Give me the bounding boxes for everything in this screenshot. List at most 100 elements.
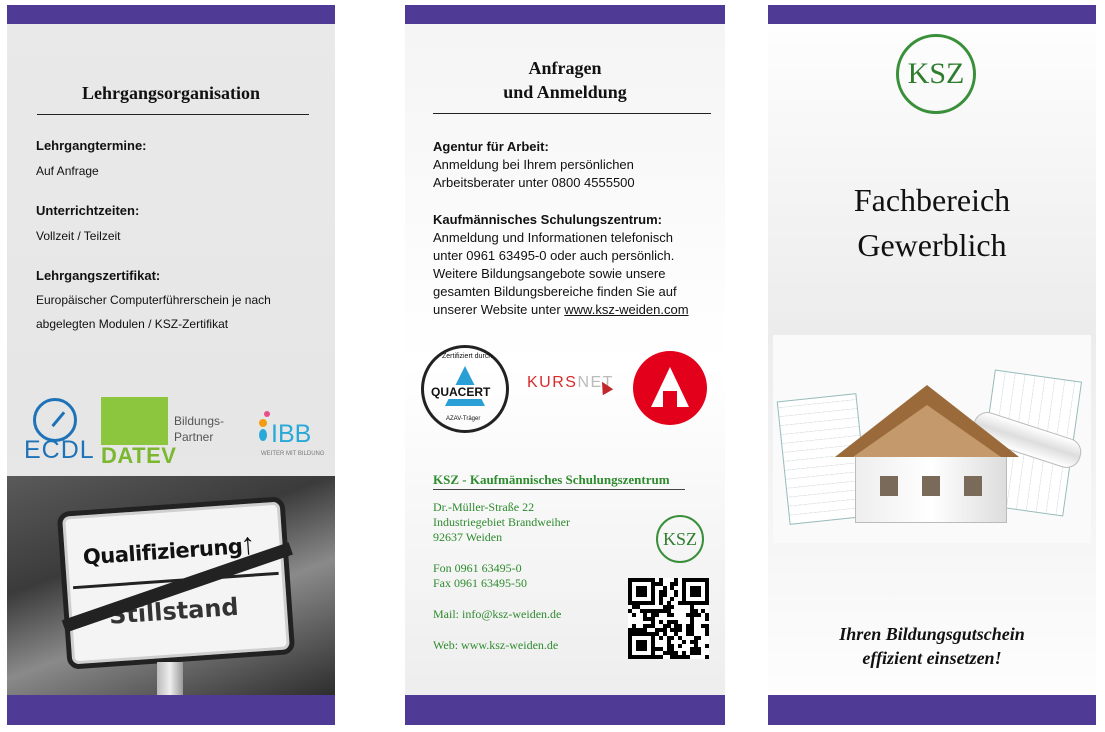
arbeitsagentur-logo-icon xyxy=(633,351,707,425)
qr-module xyxy=(662,593,667,598)
ksz-line2: unter 0961 63495-0 oder auch persönlich. xyxy=(433,248,675,263)
contact-org: KSZ - Kaufmännisches Schulungszentrum xyxy=(433,472,670,487)
ksz-line1: Anmeldung und Informationen telefonisch xyxy=(433,230,673,245)
quacert-top-text: Zertifiziert durch xyxy=(442,353,493,360)
heading-rule xyxy=(433,113,711,114)
ksz-line4: gesamten Bildungsbereiche finden Sie auf xyxy=(433,284,677,299)
qr-module xyxy=(643,593,648,598)
certificate-label: Lehrgangszertifikat: xyxy=(36,268,161,283)
class-times-value: Vollzeit / Teilzeit xyxy=(36,229,121,243)
ksz-line5-prefix: unserer Website unter xyxy=(433,302,565,317)
panel-heading: Anfragen und Anmeldung xyxy=(405,56,725,104)
ibb-logo-text: IBB xyxy=(271,420,312,448)
partner-line2: Partner xyxy=(174,430,214,444)
title-line1: Fachbereich xyxy=(853,182,1011,218)
house-blueprint-image xyxy=(773,335,1091,543)
qr-module xyxy=(705,655,710,660)
panel-registration: Anfragen und Anmeldung Agentur für Arbei… xyxy=(405,5,725,725)
contact-web[interactable]: Web: www.ksz-weiden.de xyxy=(433,638,558,653)
datev-logo-text: DATEV xyxy=(101,443,177,468)
top-band xyxy=(7,5,335,24)
contact-mail[interactable]: Mail: info@ksz-weiden.de xyxy=(433,607,561,622)
bottom-band xyxy=(768,695,1096,725)
panel-cover: KSZ Fachbereich Gewerblich Ihren Bildung… xyxy=(768,5,1096,725)
slogan-line1: Ihren Bildungsgutschein xyxy=(839,624,1025,644)
website-link[interactable]: www.ksz-weiden.com xyxy=(564,302,688,317)
agentur-block: Agentur für Arbeit: Anmeldung bei Ihrem … xyxy=(433,138,635,192)
qr-module xyxy=(658,655,663,660)
qr-module xyxy=(705,616,710,621)
bottom-band xyxy=(7,695,335,725)
town-sign: Qualifizierung ↑ Stillstand xyxy=(56,496,296,670)
panel-course-organisation: Lehrgangsorganisation Lehrgangtermine: A… xyxy=(7,5,335,725)
contact-city: 92637 Weiden xyxy=(433,530,503,544)
qr-module xyxy=(705,601,710,606)
qr-module xyxy=(631,612,636,617)
course-dates-value: Auf Anfrage xyxy=(36,164,99,178)
datev-logo-icon xyxy=(101,397,168,445)
qr-module xyxy=(697,593,702,598)
heading-line1: Anfragen xyxy=(528,58,602,78)
qr-module xyxy=(685,655,690,660)
quacert-text: QUACERT xyxy=(430,385,492,399)
agentur-line1: Anmeldung bei Ihrem persönlichen xyxy=(433,157,634,172)
agentur-line2: Arbeitsberater unter 0800 4555500 xyxy=(433,175,635,190)
slogan-line2: effizient einsetzen! xyxy=(862,648,1002,668)
contact-fon: Fon 0961 63495-0 xyxy=(433,561,522,575)
qr-module xyxy=(670,612,675,617)
road-sign-photo: Qualifizierung ↑ Stillstand xyxy=(7,476,335,702)
house-roof-frame xyxy=(853,405,1001,457)
panel-heading: Lehrgangsorganisation xyxy=(81,83,261,103)
qr-module xyxy=(643,647,648,652)
partner-line1: Bildungs- xyxy=(174,414,225,428)
ksz-block: Kaufmännisches Schulungszentrum: Anmeldu… xyxy=(433,211,689,319)
qr-code[interactable] xyxy=(628,578,710,660)
heading-rule xyxy=(37,114,309,115)
qr-module xyxy=(697,612,702,617)
qr-module xyxy=(697,651,702,656)
cover-title: Fachbereich Gewerblich xyxy=(768,178,1096,268)
ksz-logo-large: KSZ xyxy=(896,34,976,114)
ibb-tagline: WEITER MIT BILDUNG xyxy=(261,451,325,457)
qr-module xyxy=(678,628,683,633)
qr-module xyxy=(697,635,702,640)
bildungspartner-text: Bildungs- Partner xyxy=(174,413,224,445)
kursnet-red: KURS xyxy=(527,374,578,391)
qr-module xyxy=(670,605,675,609)
bottom-band xyxy=(405,695,725,725)
qr-module xyxy=(670,597,675,602)
title-line2: Gewerblich xyxy=(857,227,1007,263)
quacert-logo: Zertifiziert durch QUACERT AZAV-Träger xyxy=(421,345,509,433)
qr-module xyxy=(651,601,656,606)
course-dates-label: Lehrgangtermine: xyxy=(36,138,147,153)
ksz-line3: Weitere Bildungsangebote sowie unsere xyxy=(433,266,666,281)
cover-slogan: Ihren Bildungsgutschein effizient einset… xyxy=(768,622,1096,670)
agentur-title: Agentur für Arbeit: xyxy=(433,139,549,154)
house-walls xyxy=(855,455,1007,523)
top-band xyxy=(405,5,725,24)
qr-module xyxy=(705,632,710,636)
partner-logos: ECDL DATEV Bildungs- Partner IBB WEITER … xyxy=(7,390,335,474)
qr-module xyxy=(674,581,679,586)
top-band xyxy=(768,5,1096,24)
certificate-value-line1: Europäischer Computerführerschein je nac… xyxy=(36,293,271,307)
ecdl-logo-text: ECDL xyxy=(24,436,95,464)
heading-line2: und Anmeldung xyxy=(503,82,627,102)
contact-rule xyxy=(433,489,685,490)
qr-module xyxy=(705,643,710,648)
qr-module xyxy=(670,635,675,640)
qr-module xyxy=(655,612,659,617)
sign-text-top: Qualifizierung xyxy=(82,534,244,570)
ksz-title: Kaufmännisches Schulungszentrum: xyxy=(433,212,662,227)
qr-module xyxy=(682,639,686,644)
contact-area: Industriegebiet Brandweiher xyxy=(433,515,570,529)
qr-module xyxy=(658,635,663,640)
quacert-bottom-text: AZAV-Träger xyxy=(446,416,481,422)
certificate-value-line2: abgelegten Modulen / KSZ-Zertifikat xyxy=(36,317,229,331)
qr-module xyxy=(674,593,679,598)
class-times-label: Unterrichtzeiten: xyxy=(36,203,140,218)
qr-module xyxy=(678,643,683,648)
contact-street: Dr.-Müller-Straße 22 xyxy=(433,500,535,514)
ksz-logo-small: KSZ xyxy=(656,515,704,563)
contact-fax: Fax 0961 63495-50 xyxy=(433,576,527,590)
